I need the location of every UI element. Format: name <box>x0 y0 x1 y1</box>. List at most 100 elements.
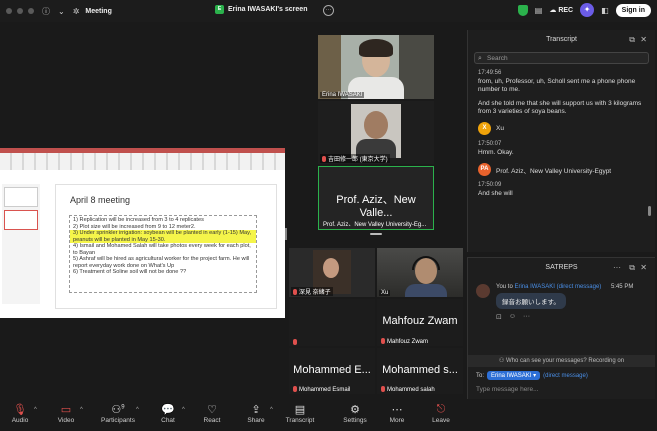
to-label: To: <box>476 372 485 379</box>
mic-muted-icon <box>381 338 385 344</box>
video-tile-xu[interactable]: Xu <box>377 248 463 297</box>
speaker-name: Prof. Aziz、New Valley University-Egypt <box>496 167 612 175</box>
cloud-icon: ☁ <box>549 7 557 14</box>
react-label: React <box>203 417 221 424</box>
video-tile-unknown[interactable] <box>289 299 375 346</box>
view-layout-icon[interactable]: ◧ <box>601 6 609 15</box>
video-tile-aziz-active[interactable]: Prof. Aziz、New Valle... Prof. Aziz、New V… <box>318 166 434 230</box>
mic-muted-icon <box>293 289 297 295</box>
transcript-text: And she told me that she will support us… <box>478 100 642 115</box>
participant-display-name: Prof. Aziz、New Valle... <box>336 194 416 219</box>
close-window-button[interactable] <box>6 8 12 14</box>
participant-name-text: 吉田修一郎 (東京大学) <box>328 157 388 163</box>
participant-name: Mohammed Esmail <box>291 386 352 393</box>
meeting-title[interactable]: Meeting <box>85 8 111 15</box>
video-options-caret[interactable]: ^ <box>80 407 83 413</box>
transcript-speaker: PA Prof. Aziz、New Valley University-Egyp… <box>478 163 645 176</box>
settings-label: Settings <box>343 417 367 424</box>
close-icon[interactable]: ✕ <box>640 258 647 278</box>
more-button[interactable]: ⋯ More <box>377 403 417 424</box>
emoji-icon[interactable]: ☺ <box>509 313 516 321</box>
settings-button[interactable]: ⚙ Settings <box>335 403 375 424</box>
share-more-button[interactable]: ··· <box>323 5 334 16</box>
popout-icon[interactable]: ⧉ <box>629 30 635 50</box>
chat-options-caret[interactable]: ^ <box>182 407 185 413</box>
video-tile-erina[interactable]: Erina IWASAKI <box>318 35 434 99</box>
shield-icon[interactable] <box>517 4 528 16</box>
meeting-toolbar: 🎙 Audio ^ ▭ Video ^ ⚇9 Participants ^ 💬 Chat… <box>0 399 657 431</box>
participant-display-name: Mohammed s... <box>382 364 458 376</box>
share-title: Erina IWASAKI's screen <box>228 6 308 13</box>
video-label: Video <box>57 417 75 424</box>
participant-name: Erina IWASAKI <box>320 92 365 98</box>
message-input[interactable]: Type message here... <box>476 386 539 393</box>
more-icon[interactable]: ··· <box>523 313 530 321</box>
slide-item: 4) Ismail and Mohamed Salah will take ph… <box>73 243 251 256</box>
popout-icon[interactable]: ⧉ <box>629 258 635 278</box>
chat-from: You to <box>496 284 513 290</box>
transcript-scrollbar[interactable] <box>648 206 651 216</box>
participants-options-caret[interactable]: ^ <box>136 407 139 413</box>
leave-icon: ⎋ <box>436 403 446 415</box>
video-tile-fukami[interactable]: 深見 奈緒子 <box>289 248 375 297</box>
to-dm-tag: (direct message) <box>543 372 588 379</box>
ai-companion-icon[interactable]: ✦ <box>580 3 595 17</box>
reply-icon[interactable]: ⊡ <box>496 313 502 321</box>
participant-shirt <box>405 284 447 297</box>
participant-name: 深見 奈緒子 <box>291 287 333 296</box>
heart-icon: ♡ <box>207 404 217 416</box>
captions-icon[interactable]: ▤ <box>535 6 543 15</box>
recipient-select[interactable]: Erina IWASAKI ▾ <box>487 371 541 380</box>
avatar: PA <box>478 163 491 176</box>
slide-thumbnail <box>4 187 38 207</box>
mic-muted-icon <box>381 386 385 392</box>
chat-bubble[interactable]: 録音お願いします。 <box>496 293 566 309</box>
panel-resize-handle[interactable] <box>285 228 287 240</box>
meeting-gear-icon[interactable]: ✲ <box>73 7 80 16</box>
leave-button[interactable]: ⎋ Leave <box>421 403 461 424</box>
gallery-resize-handle[interactable] <box>370 233 382 235</box>
maximize-window-button[interactable] <box>28 8 34 14</box>
transcript-speaker: X Xu <box>478 122 645 135</box>
share-options-caret[interactable]: ^ <box>270 407 273 413</box>
participant-name-text: Mohammed Esmail <box>299 387 351 393</box>
participants-button[interactable]: ⚇9 Participants <box>98 403 138 424</box>
transcript-search-input[interactable]: Search <box>474 52 649 64</box>
screen-share-indicator[interactable]: E Erina IWASAKI's screen <box>215 5 307 14</box>
transcript-time: 17:50:07 <box>478 141 502 147</box>
close-icon[interactable]: ✕ <box>640 30 647 50</box>
video-tile-yoshida[interactable]: 吉田修一郎 (東京大学) <box>318 101 434 164</box>
audio-options-caret[interactable]: ^ <box>34 407 37 413</box>
video-tile-esmail[interactable]: Mohammed E... Mohammed Esmail <box>289 348 375 394</box>
react-button[interactable]: ♡ React <box>192 403 232 424</box>
more-icon: ⋯ <box>391 404 403 416</box>
ppt-ribbon <box>0 148 285 170</box>
transcript-title: Transcript <box>546 36 577 43</box>
sign-in-button[interactable]: Sign in <box>615 3 651 17</box>
participant-face <box>364 111 388 139</box>
leave-label: Leave <box>432 417 450 424</box>
participant-name-text: 深見 奈緒子 <box>299 290 331 296</box>
chevron-down-icon[interactable]: ⌄ <box>58 7 65 16</box>
rec-indicator[interactable]: ☁ REC <box>549 6 573 14</box>
minimize-window-button[interactable] <box>17 8 23 14</box>
recording-notice[interactable]: ⚇ Who can see your messages? Recording o… <box>468 355 655 367</box>
participant-display-name: Mahfouz Zwam <box>382 315 458 327</box>
transcript-text: And she will <box>478 190 513 197</box>
transcript-panel: Transcript ⧉ ✕ Search 17:49:56 from, uh,… <box>467 30 655 252</box>
chat-to-name[interactable]: Erina IWASAKI <box>514 284 554 290</box>
transcript-button[interactable]: ▤ Transcript <box>280 403 320 424</box>
people-icon: ⚇ <box>498 358 505 364</box>
info-icon[interactable]: ⓘ <box>42 6 50 17</box>
transcript-label: Transcript <box>285 417 315 424</box>
video-tile-mahfouz[interactable]: Mahfouz Zwam Mahfouz Zwam <box>377 299 463 346</box>
video-tile-salah[interactable]: Mohammed s... Mohammed salah <box>377 348 463 394</box>
chat-meta: You to Erina IWASAKI (direct message) 5:… <box>496 284 633 290</box>
shared-screen[interactable]: April 8 meeting 1) Replication will be i… <box>0 148 285 318</box>
slide-thumbnails <box>2 184 40 304</box>
slide-text-box: 1) Replication will be increased from 3 … <box>69 215 257 293</box>
zoom-app: ⓘ ⌄ ✲ Meeting E Erina IWASAKI's screen ·… <box>0 0 657 431</box>
more-icon[interactable]: ··· <box>613 258 621 278</box>
avatar: X <box>478 122 491 135</box>
participants-count: 9 <box>121 404 125 411</box>
